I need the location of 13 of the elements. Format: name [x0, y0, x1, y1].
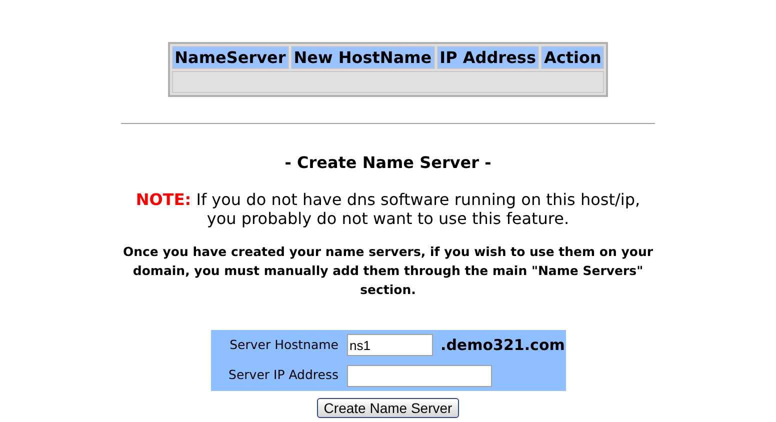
- input-field[interactable]: ns1: [346, 334, 432, 356]
- column-header: Action: [540, 46, 604, 69]
- create-name-server-button[interactable]: Create Name Server: [316, 398, 460, 418]
- column-header: IP Address: [436, 46, 539, 69]
- note-text: NOTE: If you do not have dns software running on this host/ip, you probably do not want to use this feature.: [134, 190, 642, 228]
- field-label: Server IP Address: [228, 366, 338, 384]
- column-header: New HostName: [290, 46, 435, 69]
- input-field[interactable]: [346, 364, 492, 386]
- info-text: Once you have created your name servers, if you wish to use them on your domain, you must manually add them through the main "Name Servers" section.: [122, 243, 654, 299]
- domain-suffix: .demo321.com: [440, 335, 565, 356]
- column-header: NameServer: [172, 46, 289, 69]
- field-label: Server Hostname: [228, 336, 338, 354]
- section-heading: - Create Name Server -: [284, 152, 492, 174]
